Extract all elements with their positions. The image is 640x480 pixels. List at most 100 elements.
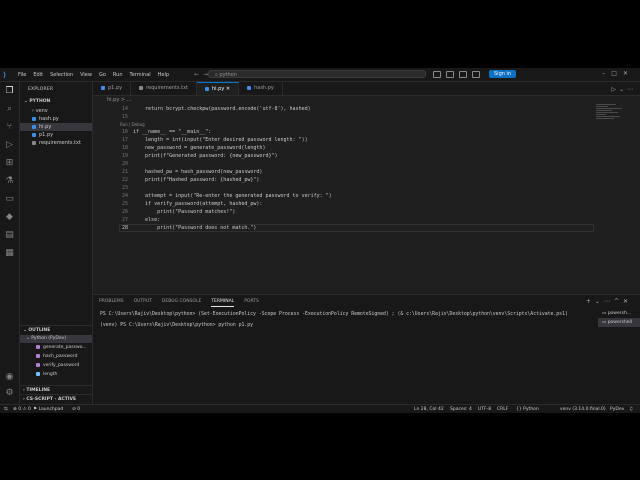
language-mode[interactable]: {} Python [516,405,539,413]
python-interpreter[interactable]: venv (3.14.0.final.0) [560,405,606,413]
tab-hash-py[interactable]: hash.py [239,82,283,95]
code-line[interactable]: else: [133,217,160,223]
editor-actions-icon[interactable]: ▷⌄⋯ [611,86,636,93]
menu-view[interactable]: View [80,72,92,78]
tree-item-label: venv [35,108,48,114]
pydev-status[interactable]: PyDev [610,405,624,413]
menu-go[interactable]: Go [99,72,106,78]
code-line[interactable]: if __name__ == "__main__": [133,129,211,135]
line-endings[interactable]: CRLF [497,405,508,413]
variable-icon [36,371,40,376]
outline-group-label: Python (PyDev) [31,336,67,341]
codelens-run-debug[interactable]: Run | Debug [120,122,145,127]
code-line[interactable]: if verify_password(attempt, hashed_pw): [133,201,262,207]
remote-explorer-icon[interactable]: ▭ [4,194,15,205]
outline-item[interactable]: hash_password [36,353,92,361]
cs-script-section-header[interactable]: › CS-SCRIPT - ACTIVE [20,394,92,403]
cursor-position[interactable]: Ln 28, Col 42 [414,405,444,413]
terminal-item[interactable]: ▭ powersh... [598,309,640,318]
menu-help[interactable]: Help [158,72,169,78]
menu-terminal[interactable]: Terminal [130,72,151,78]
line-number: 18 [121,145,128,151]
menu-run[interactable]: Run [113,72,123,78]
breadcrumb[interactable]: hi.py > ... [107,97,131,103]
line-number: 14 [121,106,128,112]
outline-section-header[interactable]: ⌄ OUTLINE [20,325,92,334]
tab-ports[interactable]: PORTS [244,297,259,307]
ports-status[interactable]: ⊘ 0 [72,405,80,413]
panel-toggle-icon[interactable] [459,70,467,78]
timeline-section-header[interactable]: › TIMELINE [20,385,92,394]
code-line[interactable]: attempt = input("Re-enter the generated … [133,193,332,199]
code-line[interactable]: return bcrypt.checkpw(password.encode('u… [133,106,311,112]
account-icon[interactable]: ◉ [4,372,15,383]
tree-item-hi-py[interactable]: hi.py [20,123,92,131]
gear-icon[interactable]: ⚙ [4,388,15,399]
python-file-icon [32,116,36,121]
close-icon[interactable]: ✕ [226,86,230,92]
tab-terminal[interactable]: TERMINAL [211,297,235,307]
outline-group[interactable]: ⌄ Python (PyDev) [20,335,92,343]
menu-edit[interactable]: Edit [33,72,43,78]
code-line[interactable]: new_password = generate_password(length) [133,145,265,151]
sign-in-button[interactable]: Sign in [489,70,517,78]
menu-selection[interactable]: Selection [50,72,73,78]
source-control-icon[interactable]: ⑂ [4,122,15,133]
command-center[interactable]: ⌕ python [208,70,426,78]
menu-file[interactable]: File [18,72,26,78]
run-debug-icon[interactable]: ▷ [4,140,15,151]
outline-item[interactable]: length [36,371,92,379]
tree-item-p1-py[interactable]: p1.py [20,131,92,139]
tree-item-venv[interactable]: › venv [20,107,92,115]
outline-title: OUTLINE [28,328,51,333]
language-label: Python [523,407,539,412]
remote-icon[interactable]: ⇆ [4,405,8,413]
function-icon [36,344,40,349]
tab-p1-py[interactable]: p1.py [93,82,132,95]
folder-icon[interactable]: ▤ [4,230,15,241]
terminal-line[interactable]: (venv) PS C:\Users\Rajiv\Desktop\python>… [100,323,253,328]
tab-problems[interactable]: PROBLEMS [99,297,124,307]
docker-icon[interactable]: ▦ [4,248,15,259]
tab-requirements[interactable]: requirements.txt [131,82,198,95]
code-editor[interactable]: 14 return bcrypt.checkpw(password.encode… [93,104,594,294]
panel-actions-icon[interactable]: +⌄⋯^✕ [586,298,632,305]
testing-icon[interactable]: ⚗ [4,176,15,187]
code-line[interactable]: print("Password does not match.") [133,225,256,231]
encoding[interactable]: UTF-8 [478,405,491,413]
code-line[interactable]: hashed_pw = hash_password(new_password) [133,169,262,175]
copilot-icon[interactable] [433,70,441,78]
code-line[interactable]: print("Password matches!") [133,209,235,215]
python-icon[interactable]: ◆ [4,212,15,223]
problems-status[interactable]: ⊗ 0 ⚠ 0 [13,405,31,413]
minimap[interactable] [596,104,628,134]
sidebar-toggle-icon[interactable] [472,70,480,78]
tab-hi-py[interactable]: hi.py ✕ [197,82,240,95]
explorer-root[interactable]: ⌄ PYTHON [20,98,92,106]
extensions-icon[interactable]: ⊞ [4,158,15,169]
line-number: 25 [121,201,128,207]
outline-item-label: length [43,372,58,377]
layout-icon[interactable] [446,70,454,78]
tree-item-label: hash.py [39,116,59,122]
code-line[interactable]: length = int(input("Enter desired passwo… [133,137,308,143]
terminal-line[interactable]: PS C:\Users\Rajiv\Desktop\python> (Set-E… [100,312,568,317]
tree-item-requirements[interactable]: requirements.txt [20,139,92,147]
tree-item-hash-py[interactable]: hash.py [20,115,92,123]
outline-item[interactable]: generate_passwo... [36,344,92,352]
window-controls-icon[interactable]: –□✕ [602,70,634,77]
indentation[interactable]: Spaces: 4 [450,405,472,413]
bell-icon[interactable]: ♫ [629,405,633,413]
code-line[interactable]: print(f"Generated password: {new_passwor… [133,153,277,159]
terminal-item-label: powershell [607,320,633,325]
explorer-icon[interactable]: ❐ [4,86,15,97]
tab-debug-console[interactable]: DEBUG CONSOLE [162,297,201,307]
search-icon[interactable]: ⌕ [4,104,15,115]
tab-output[interactable]: OUTPUT [134,297,152,307]
code-line[interactable]: print(f"Hashed password: {hashed_pw}") [133,177,259,183]
title-bar: ⟩ File Edit Selection View Go Run Termin… [0,68,640,82]
outline-item[interactable]: verify_password [36,362,92,370]
terminal-item[interactable]: ▭ powershell [598,318,640,327]
warnings-count: 0 [27,407,31,412]
launchpad-status[interactable]: ⚑ Launchpad [33,405,63,413]
